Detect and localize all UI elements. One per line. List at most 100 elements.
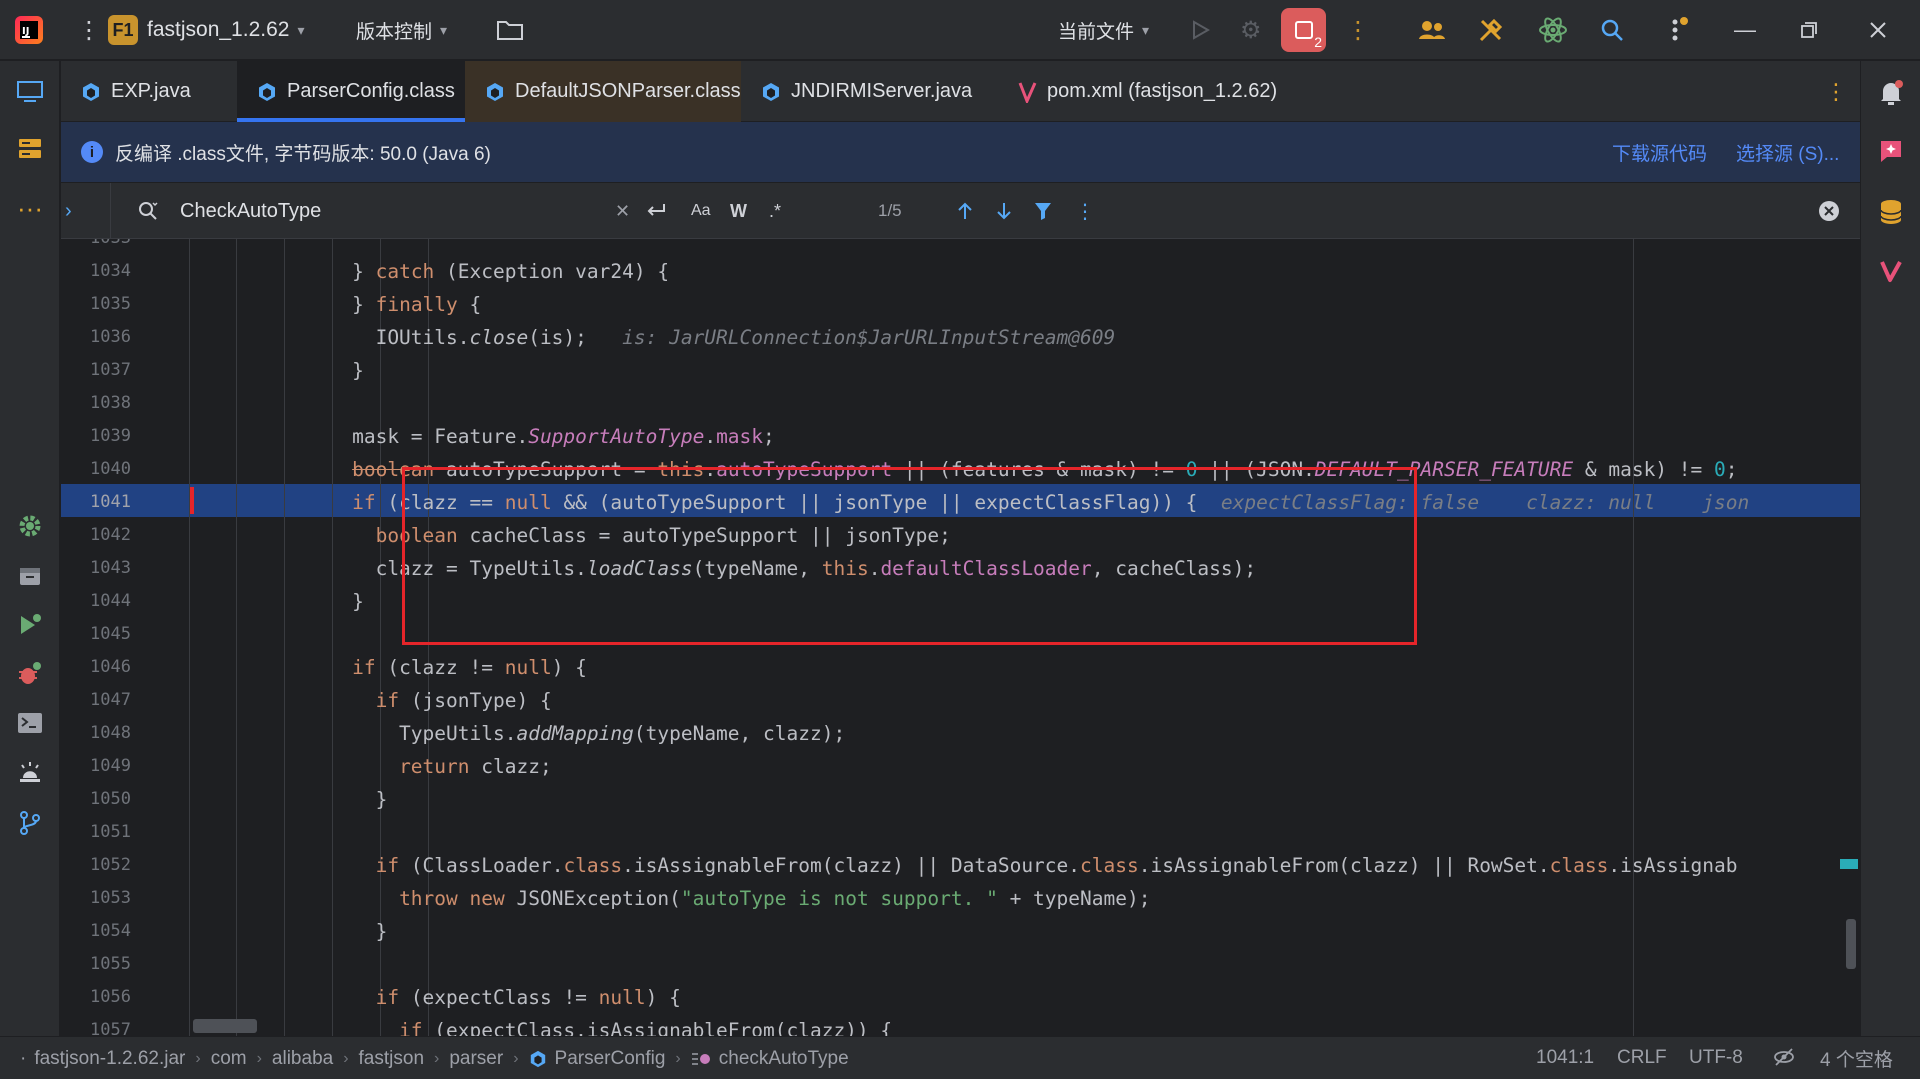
services-gear-icon[interactable] xyxy=(0,506,60,546)
close-icon[interactable] xyxy=(1868,0,1888,60)
line-number[interactable]: 1042 xyxy=(61,525,131,545)
code-editor[interactable]: 1033 1034 1035 1036 1037 1038 1039 1040 1041 1042… xyxy=(61,239,1860,1036)
line-number[interactable]: 1050 xyxy=(61,789,131,809)
tab-options-icon[interactable]: ⋮ xyxy=(1821,61,1851,122)
code-line[interactable]: return clazz; xyxy=(176,750,1860,783)
line-number[interactable]: 1033 xyxy=(61,239,131,248)
debug-tool-icon[interactable] xyxy=(0,654,60,694)
line-number[interactable]: 1051 xyxy=(61,822,131,842)
more-actions-icon[interactable]: ⋮ xyxy=(1346,0,1370,60)
maven-icon[interactable] xyxy=(1861,251,1920,291)
code-line[interactable]: } xyxy=(176,915,1860,948)
code-line[interactable]: boolean autoTypeSupport = this.autoTypeS… xyxy=(176,453,1860,486)
next-match-icon[interactable] xyxy=(995,183,1013,239)
breadcrumb-alibaba[interactable]: alibaba xyxy=(272,1048,333,1070)
database-box-icon[interactable] xyxy=(0,556,60,596)
code-line[interactable]: if (expectClass != null) { xyxy=(176,981,1860,1014)
newline-icon[interactable] xyxy=(645,183,667,239)
line-number[interactable]: 1045 xyxy=(61,624,131,644)
line-number[interactable]: 1038 xyxy=(61,393,131,413)
code-line[interactable] xyxy=(176,387,1860,420)
line-number[interactable]: 1036 xyxy=(61,327,131,347)
notifications-icon[interactable] xyxy=(1861,73,1920,113)
match-case-toggle[interactable]: Aa xyxy=(691,183,711,239)
breadcrumb-com[interactable]: com xyxy=(211,1048,247,1070)
indent-setting[interactable]: 4 个空格 xyxy=(1820,1045,1893,1072)
tab-pom-xml[interactable]: pom.xml (fastjson_1.2.62) xyxy=(997,61,1317,122)
ai-chat-icon[interactable] xyxy=(1861,131,1920,171)
settings-updates-icon[interactable] xyxy=(1660,0,1690,60)
line-number[interactable]: 1055 xyxy=(61,954,131,974)
code-line[interactable]: mask = Feature.SupportAutoType.mask; xyxy=(176,420,1860,453)
line-number[interactable]: 1049 xyxy=(61,756,131,776)
database-icon[interactable] xyxy=(1861,192,1920,232)
line-number[interactable]: 1053 xyxy=(61,888,131,908)
code-line[interactable] xyxy=(176,816,1860,849)
breadcrumb-jar[interactable]: fastjson-1.2.62.jar xyxy=(34,1048,185,1070)
line-number[interactable]: 1054 xyxy=(61,921,131,941)
code-with-me-icon[interactable] xyxy=(1418,0,1446,60)
filter-icon[interactable] xyxy=(1034,183,1052,239)
code-line[interactable]: } catch (Exception var24) { xyxy=(176,255,1860,288)
project-selector[interactable]: F1 fastjson_1.2.62 ▾ xyxy=(108,0,304,60)
download-source-link[interactable]: 下载源代码 xyxy=(1612,139,1707,166)
line-number[interactable]: 1047 xyxy=(61,690,131,710)
minimize-icon[interactable]: — xyxy=(1730,0,1760,60)
regex-toggle[interactable]: .* xyxy=(769,183,781,239)
code-line[interactable]: throw new JSONException("autoType is not… xyxy=(176,882,1860,915)
code-line[interactable]: clazz = TypeUtils.loadClass(typeName, th… xyxy=(176,552,1860,585)
tab-defaultjsonparser-class[interactable]: DefaultJSONParser.class xyxy=(465,61,741,122)
code-line[interactable]: if (clazz != null) { xyxy=(176,651,1860,684)
tab-exp-java[interactable]: EXP.java xyxy=(61,61,237,122)
previous-match-icon[interactable] xyxy=(956,183,974,239)
debug-icon[interactable]: ⚙ xyxy=(1240,0,1262,60)
line-number[interactable]: 1035 xyxy=(61,294,131,314)
search-history-icon[interactable] xyxy=(137,183,159,239)
intellij-logo-icon[interactable]: IJ xyxy=(14,0,44,60)
folder-icon[interactable] xyxy=(496,0,524,60)
run-config-selector[interactable]: 当前文件 ▾ xyxy=(1058,0,1149,60)
search-icon[interactable] xyxy=(1600,0,1624,60)
code-line[interactable]: TypeUtils.addMapping(typeName, clazz); xyxy=(176,717,1860,750)
line-separator[interactable]: CRLF xyxy=(1617,1047,1667,1069)
vertical-scrollbar[interactable] xyxy=(1846,919,1856,969)
stop-button[interactable]: 2 xyxy=(1281,0,1326,60)
readonly-icon[interactable] xyxy=(1773,1047,1795,1073)
close-search-icon[interactable] xyxy=(1818,183,1840,239)
code-line[interactable] xyxy=(176,618,1860,651)
search-input[interactable]: CheckAutoType xyxy=(180,183,321,239)
file-encoding[interactable]: UTF-8 xyxy=(1689,1047,1743,1069)
main-menu-icon[interactable]: ⋮ xyxy=(74,0,104,60)
line-number[interactable]: 1044 xyxy=(61,591,131,611)
build-tools-icon[interactable] xyxy=(1478,0,1504,60)
code-line[interactable]: } xyxy=(176,783,1860,816)
code-line[interactable]: if (clazz == null && (autoTypeSupport ||… xyxy=(176,486,1860,519)
choose-source-link[interactable]: 选择源 (S)... xyxy=(1736,139,1839,166)
line-number[interactable]: 1041 xyxy=(61,492,131,512)
line-number[interactable]: 1043 xyxy=(61,558,131,578)
code-line[interactable] xyxy=(176,239,1860,255)
project-view-icon[interactable] xyxy=(0,71,60,111)
clear-search-icon[interactable]: ✕ xyxy=(615,183,630,239)
problems-icon[interactable] xyxy=(0,753,60,793)
line-number[interactable]: 1037 xyxy=(61,360,131,380)
run-tool-icon[interactable] xyxy=(0,605,60,645)
terminal-icon[interactable] xyxy=(0,703,60,743)
caret-position[interactable]: 1041:1 xyxy=(1536,1047,1594,1069)
git-branch-icon[interactable] xyxy=(0,803,60,843)
line-number[interactable]: 1048 xyxy=(61,723,131,743)
breadcrumb-fastjson[interactable]: fastjson xyxy=(359,1048,424,1070)
run-icon[interactable] xyxy=(1192,0,1210,60)
tab-jndirmiserver-java[interactable]: JNDIRMIServer.java xyxy=(741,61,997,122)
expand-replace-icon[interactable]: › xyxy=(65,183,91,239)
breadcrumb-parser[interactable]: parser xyxy=(449,1048,503,1070)
code-line[interactable]: } xyxy=(176,585,1860,618)
restore-icon[interactable] xyxy=(1800,0,1818,60)
code-line[interactable]: boolean cacheClass = autoTypeSupport || … xyxy=(176,519,1860,552)
line-number[interactable]: 1056 xyxy=(61,987,131,1007)
more-tools-icon[interactable]: ··· xyxy=(0,188,60,228)
code-line[interactable]: } finally { xyxy=(176,288,1860,321)
tab-parserconfig-class[interactable]: ParserConfig.class ✕ xyxy=(237,61,486,122)
breadcrumb-method[interactable]: checkAutoType xyxy=(719,1048,849,1070)
code-line[interactable]: if (jsonType) { xyxy=(176,684,1860,717)
